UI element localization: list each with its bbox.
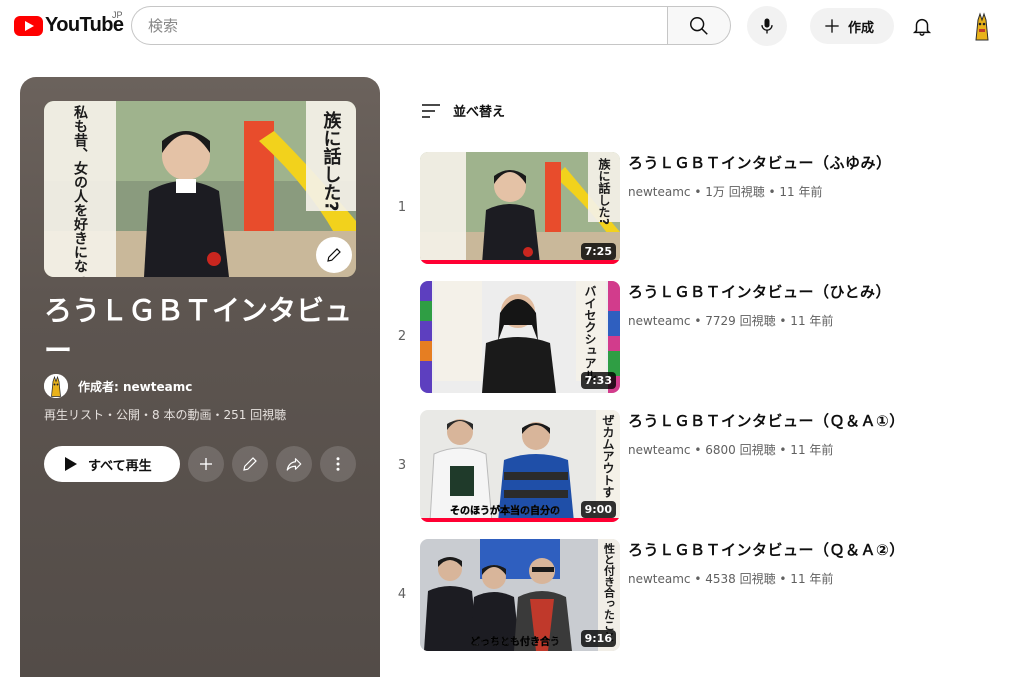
youtube-logo[interactable]: YouTube	[14, 14, 124, 37]
pencil-icon	[243, 457, 257, 471]
video-stats: 1万 回視聴 • 11 年前	[705, 185, 823, 199]
video-thumbnail[interactable]: 族に話した? 7:25	[420, 152, 620, 264]
video-meta: newteamc • 6800 回視聴 • 11 年前	[628, 441, 833, 458]
video-subtitle: どっちとも付き合う	[470, 635, 560, 648]
video-channel[interactable]: newteamc	[628, 185, 691, 199]
add-to-playlist-button[interactable]	[188, 446, 224, 482]
play-all-label: すべて再生	[88, 458, 152, 474]
microphone-icon	[761, 18, 773, 34]
meta-separator: •	[690, 314, 706, 328]
video-title[interactable]: ろうＬＧＢＴインタビュー（ふゆみ）	[628, 152, 892, 173]
search-icon	[690, 16, 708, 35]
plus-icon	[200, 458, 212, 470]
share-icon	[286, 458, 302, 471]
sort-icon	[422, 103, 440, 118]
youtube-play-icon	[14, 15, 43, 36]
video-channel[interactable]: newteamc	[628, 314, 691, 328]
creator-name[interactable]: 作成者: newteamc	[78, 378, 192, 395]
play-icon	[65, 457, 77, 471]
plus-icon	[825, 19, 839, 33]
playlist-video-row[interactable]: 2 バイセクシュアル 7:33 ろうＬＧＢＴインタビュー（ひとみ） newtea…	[392, 281, 992, 397]
thumbnail-caption-right: 族に話した?	[321, 110, 342, 212]
sort-button[interactable]: 並べ替え	[421, 101, 505, 120]
video-title[interactable]: ろうＬＧＢＴインタビュー（ひとみ）	[628, 281, 891, 302]
video-index: 4	[397, 587, 407, 602]
video-thumbnail[interactable]: ぜカムアウトす そのほうが本当の自分の 9:00	[420, 410, 620, 522]
playlist-video-row[interactable]: 3 ぜカムアウトす そのほうが本当の自分の 9:00 ろうＬＧＢＴインタビュー（…	[392, 410, 992, 526]
edit-playlist-button[interactable]	[232, 446, 268, 482]
video-stats: 7729 回視聴 • 11 年前	[705, 314, 834, 328]
video-subtitle: そのほうが本当の自分の	[450, 504, 560, 517]
video-caption: ぜカムアウトす	[601, 414, 615, 498]
thumbnail-caption-left: 私も昔、女の人を好きになった経験があったので、	[72, 104, 89, 277]
video-index: 2	[397, 329, 407, 344]
watch-progress-bar	[420, 260, 620, 264]
sort-label: 並べ替え	[453, 105, 506, 120]
video-stats: 4538 回視聴 • 11 年前	[705, 572, 834, 586]
meta-separator: •	[690, 443, 706, 457]
pencil-icon	[327, 248, 341, 262]
playlist-meta: 再生リスト・公開・8 本の動画・251 回視聴	[44, 408, 287, 422]
play-all-button[interactable]: すべて再生	[44, 446, 180, 482]
search-box	[131, 6, 668, 45]
video-channel[interactable]: newteamc	[628, 443, 691, 457]
playlist-title: ろうＬＧＢＴインタビュー	[44, 294, 353, 367]
video-index: 3	[397, 458, 407, 473]
video-title[interactable]: ろうＬＧＢＴインタビュー（Ｑ＆Ａ②）	[628, 539, 905, 560]
video-title[interactable]: ろうＬＧＢＴインタビュー（Ｑ＆Ａ①）	[628, 410, 905, 431]
notifications-button[interactable]	[906, 10, 938, 42]
video-caption: 族に話した?	[597, 157, 611, 225]
create-button[interactable]: 作成	[810, 8, 894, 44]
more-actions-button[interactable]	[320, 446, 356, 482]
playlist-owner[interactable]: 作成者: newteamc	[44, 374, 192, 398]
meta-separator: •	[690, 185, 706, 199]
voice-search-button[interactable]	[747, 6, 787, 46]
playlist-header-panel: 族に話した? 私も昔、女の人を好きになった経験があったので、 ろうＬＧＢＴインタ…	[20, 77, 380, 677]
video-caption: 性と付き合ったこと	[603, 542, 616, 642]
video-caption: バイセクシュアル	[583, 285, 597, 381]
video-duration: 9:16	[580, 630, 616, 647]
playlist-video-row[interactable]: 1 族に話した? 7:25 ろうＬＧＢＴインタビュー（ふゆみ） newteamc…	[392, 152, 992, 268]
playlist-thumbnail[interactable]: 族に話した? 私も昔、女の人を好きになった経験があったので、	[44, 101, 356, 277]
video-meta: newteamc • 7729 回視聴 • 11 年前	[628, 312, 833, 329]
video-duration: 7:25	[580, 243, 616, 260]
watch-progress-bar	[420, 518, 620, 522]
video-channel[interactable]: newteamc	[628, 572, 691, 586]
video-thumbnail[interactable]: 性と付き合ったこと どっちとも付き合う 9:16	[420, 539, 620, 651]
search-button[interactable]	[667, 6, 731, 45]
search-input[interactable]	[132, 7, 668, 44]
video-stats: 6800 回視聴 • 11 年前	[705, 443, 834, 457]
video-duration: 7:33	[580, 372, 616, 389]
video-index: 1	[397, 200, 407, 215]
edit-thumbnail-button[interactable]	[316, 237, 352, 273]
video-thumbnail[interactable]: バイセクシュアル 7:33	[420, 281, 620, 393]
bell-icon	[912, 18, 932, 36]
video-meta: newteamc • 1万 回視聴 • 11 年前	[628, 183, 823, 200]
region-code: JP	[112, 10, 123, 20]
creator-avatar[interactable]	[44, 374, 68, 398]
share-button[interactable]	[276, 446, 312, 482]
more-vertical-icon	[336, 457, 340, 471]
video-meta: newteamc • 4538 回視聴 • 11 年前	[628, 570, 833, 587]
account-avatar[interactable]	[966, 10, 998, 42]
playlist-video-row[interactable]: 4 性と付き合ったこと どっちとも付き合う 9:16 ろうＬＧＢＴインタビュー（…	[392, 539, 992, 655]
video-duration: 9:00	[580, 501, 616, 518]
create-label: 作成	[848, 20, 875, 36]
masthead: YouTube JP 作成	[0, 0, 1012, 56]
meta-separator: •	[690, 572, 706, 586]
